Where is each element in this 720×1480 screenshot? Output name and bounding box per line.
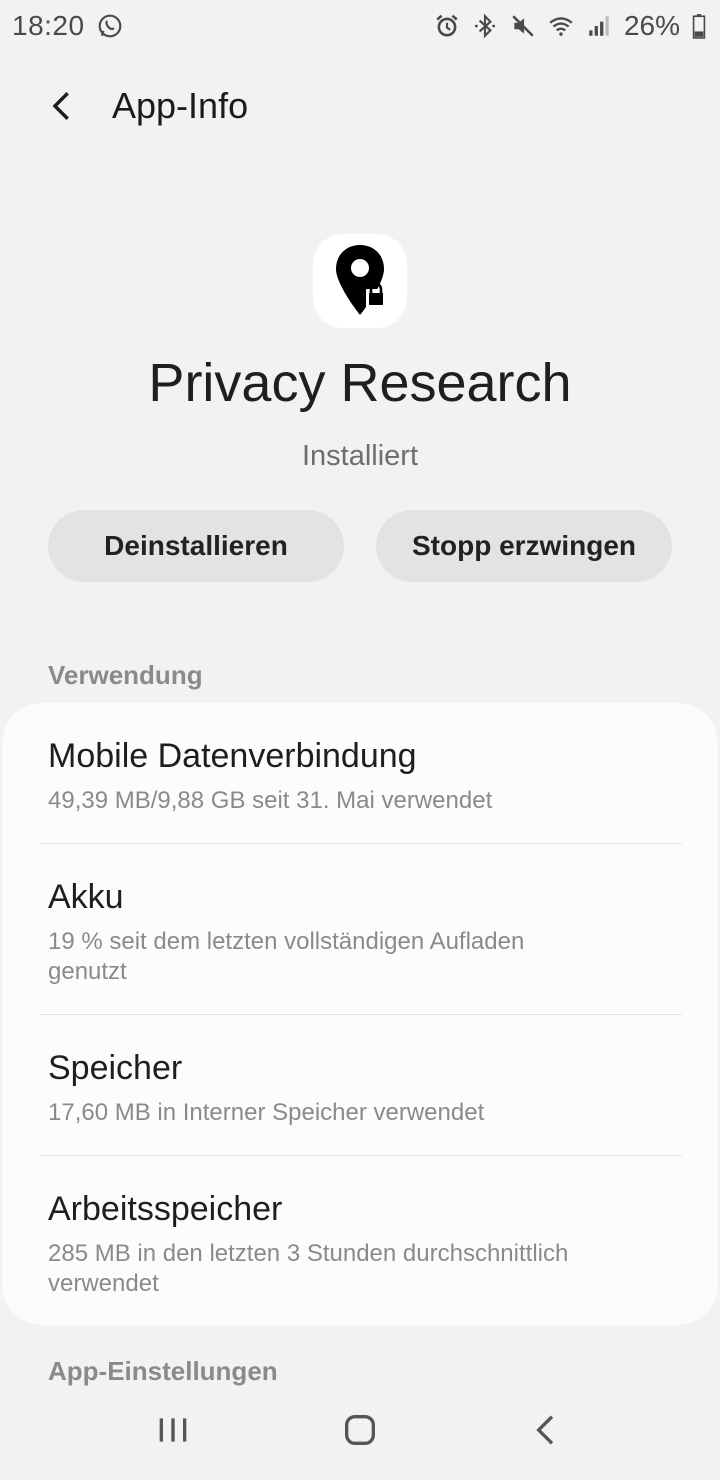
location-pin-lock-icon — [336, 245, 386, 315]
uninstall-button[interactable]: Deinstallieren — [48, 510, 344, 582]
whatsapp-icon — [97, 13, 123, 39]
usage-item-subtitle: 19 % seit dem letzten vollständigen Aufl… — [48, 928, 525, 985]
section-label-usage: Verwendung — [48, 660, 203, 690]
app-name: Privacy Research — [148, 353, 572, 413]
mute-icon — [510, 13, 536, 39]
back-icon — [535, 1415, 553, 1445]
home-button[interactable] — [320, 1390, 400, 1470]
back-arrow-icon — [52, 92, 69, 120]
divider — [40, 843, 682, 844]
usage-item-battery[interactable]: Akku 19 % seit dem letzten vollständigen… — [48, 878, 682, 987]
usage-item-subtitle: 49,39 MB/9,88 GB seit 31. Mai verwendet — [48, 787, 493, 814]
recents-button[interactable] — [133, 1390, 213, 1470]
usage-item-title: Speicher — [48, 1049, 183, 1087]
usage-item-storage[interactable]: Speicher 17,60 MB in Interner Speicher v… — [48, 1049, 682, 1128]
app-install-status: Installiert — [301, 440, 419, 472]
nav-back-button[interactable] — [507, 1390, 587, 1470]
usage-item-title: Arbeitsspeicher — [48, 1190, 283, 1228]
app-icon — [313, 234, 407, 328]
usage-item-title: Akku — [48, 878, 124, 916]
action-buttons: Deinstallieren Stopp erzwingen — [48, 510, 672, 582]
status-time: 18:20 — [12, 10, 85, 41]
usage-item-mobile-data[interactable]: Mobile Datenverbindung 49,39 MB/9,88 GB … — [48, 737, 682, 816]
app-bar: App-Info — [0, 70, 720, 142]
home-icon — [344, 1415, 375, 1445]
back-button[interactable] — [30, 74, 94, 138]
usage-item-subtitle: 285 MB in den letzten 3 Stunden durchsch… — [48, 1240, 569, 1297]
force-stop-button[interactable]: Stopp erzwingen — [376, 510, 672, 582]
app-info-screen: 18:20 26% App-Info Privacy Research Inst… — [0, 0, 720, 1480]
recents-icon — [159, 1418, 187, 1442]
signal-icon — [586, 13, 612, 39]
section-label-app-settings: App-Einstellungen — [48, 1356, 278, 1386]
divider — [40, 1155, 682, 1156]
navigation-bar — [0, 1390, 720, 1470]
usage-item-memory[interactable]: Arbeitsspeicher 285 MB in den letzten 3 … — [48, 1190, 682, 1299]
battery-icon — [692, 13, 708, 39]
alarm-icon — [434, 13, 460, 39]
bluetooth-icon — [472, 13, 498, 39]
battery-percent: 26% — [623, 10, 680, 41]
usage-item-subtitle: 17,60 MB in Interner Speicher verwendet — [48, 1099, 485, 1126]
status-bar: 18:20 26% — [0, 0, 720, 52]
divider — [40, 1014, 682, 1015]
page-title: App-Info — [112, 85, 249, 126]
usage-card: Mobile Datenverbindung 49,39 MB/9,88 GB … — [2, 703, 718, 1325]
usage-item-title: Mobile Datenverbindung — [48, 737, 417, 775]
wifi-icon — [548, 13, 574, 39]
